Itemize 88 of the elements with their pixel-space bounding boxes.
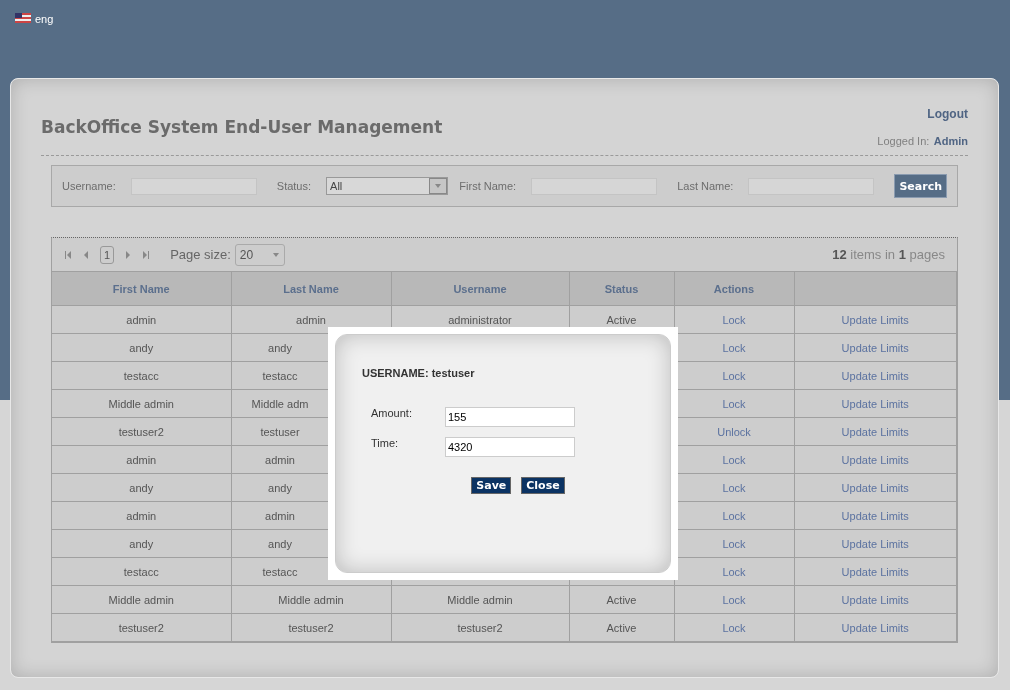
action-link[interactable]: Lock — [722, 313, 746, 326]
dialog-title: USERNAME: testuser — [362, 367, 476, 379]
table-cell: Middle admin — [447, 593, 513, 606]
table-cell: testacc — [123, 565, 159, 578]
table-cell: Active — [606, 593, 637, 606]
save-button[interactable]: Save — [471, 477, 512, 494]
field-label: Amount: — [371, 407, 413, 419]
table-cell: admin — [126, 509, 157, 522]
table-cell: admin — [265, 453, 295, 466]
table-cell: admin — [126, 313, 157, 326]
table-cell: andy — [129, 481, 154, 494]
action-link[interactable]: Lock — [722, 481, 746, 494]
table-cell: Middle adm — [251, 397, 309, 410]
table-cell: andy — [268, 481, 292, 494]
table-cell: andy — [268, 341, 292, 354]
action-link[interactable]: Unlock — [717, 425, 751, 438]
flag-icon — [15, 13, 31, 23]
update-limits-link[interactable]: Update Limits — [841, 621, 909, 634]
table-cell: andy — [129, 537, 154, 550]
update-limits-link[interactable]: Update Limits — [841, 369, 909, 382]
update-limits-link[interactable]: Update Limits — [841, 341, 909, 354]
table-cell: testuser2 — [288, 621, 334, 634]
table-cell: admin — [265, 509, 295, 522]
action-link[interactable]: Lock — [722, 621, 746, 634]
table-cell: testuser2 — [118, 425, 164, 438]
action-link[interactable]: Lock — [722, 369, 746, 382]
page-title: BackOffice System End-User Management — [41, 117, 443, 139]
action-link[interactable]: Lock — [722, 397, 746, 410]
caret-icon — [271, 250, 280, 259]
update-limits-link[interactable]: Update Limits — [841, 593, 909, 606]
update-limits-link[interactable]: Update Limits — [841, 453, 909, 466]
action-link[interactable]: Lock — [722, 509, 746, 522]
last-page-icon[interactable] — [142, 250, 151, 259]
filter-label: First Name: — [459, 180, 517, 192]
update-limits-link[interactable]: Update Limits — [841, 425, 909, 438]
logged-in-label: Logged In: — [877, 135, 930, 147]
filter-label: Status: — [276, 180, 312, 192]
column-header[interactable]: Actions — [674, 271, 794, 306]
field-label: Time: — [371, 437, 400, 449]
action-link[interactable]: Lock — [722, 341, 746, 354]
action-link[interactable]: Lock — [722, 537, 746, 550]
logged-in-user: Admin — [933, 135, 968, 147]
page-size-label: Page size: — [170, 247, 231, 262]
update-limits-link[interactable]: Update Limits — [841, 509, 909, 522]
language-label[interactable]: eng — [35, 13, 54, 25]
logout-link[interactable]: Logout — [927, 107, 968, 121]
search-button[interactable]: Search — [894, 174, 947, 198]
page-size-select[interactable]: 20 — [234, 243, 285, 266]
update-limits-link[interactable]: Update Limits — [841, 537, 909, 550]
action-link[interactable]: Lock — [722, 453, 746, 466]
table-cell: Middle admin — [108, 397, 174, 410]
column-header[interactable]: First Name — [52, 271, 231, 306]
update-limits-link[interactable]: Update Limits — [841, 397, 909, 410]
close-button[interactable]: Close — [521, 477, 565, 494]
action-link[interactable]: Lock — [722, 565, 746, 578]
table-cell: testacc — [262, 369, 298, 382]
table-cell: testacc — [123, 369, 159, 382]
status-select[interactable]: All — [326, 177, 449, 195]
column-header[interactable]: Username — [391, 271, 569, 306]
input-field[interactable]: 4320 — [445, 437, 575, 457]
update-limits-link[interactable]: Update Limits — [841, 481, 909, 494]
table-cell: testuser — [260, 425, 300, 438]
action-link[interactable]: Lock — [722, 593, 746, 606]
items-summary: 12 items in 1 pages — [832, 247, 945, 262]
table-cell: testacc — [262, 565, 298, 578]
column-header[interactable]: Last Name — [231, 271, 391, 306]
table-cell: testuser2 — [457, 621, 503, 634]
update-limits-link[interactable]: Update Limits — [841, 313, 909, 326]
first-page-icon[interactable] — [64, 250, 72, 259]
table-cell: Middle admin — [278, 593, 344, 606]
table-cell: admin — [126, 453, 157, 466]
input-field[interactable]: 155 — [445, 407, 575, 427]
page-number[interactable]: 1 — [100, 245, 115, 264]
table-cell: andy — [129, 341, 154, 354]
update-limits-link[interactable]: Update Limits — [841, 565, 909, 578]
table-cell: Middle admin — [108, 593, 174, 606]
table-cell: admin — [296, 313, 326, 326]
table-cell: Active — [606, 621, 637, 634]
filter-label: Last Name: — [677, 180, 734, 192]
column-header[interactable]: Status — [569, 271, 674, 306]
caret-icon — [429, 178, 448, 194]
table-cell: Active — [606, 313, 637, 326]
table-cell: andy — [268, 537, 292, 550]
table-cell: testuser2 — [118, 621, 164, 634]
table-cell: administrator — [448, 313, 512, 326]
previous-page-icon[interactable] — [82, 250, 90, 259]
next-page-icon[interactable] — [124, 250, 133, 259]
filter-label: Username: — [62, 180, 116, 192]
